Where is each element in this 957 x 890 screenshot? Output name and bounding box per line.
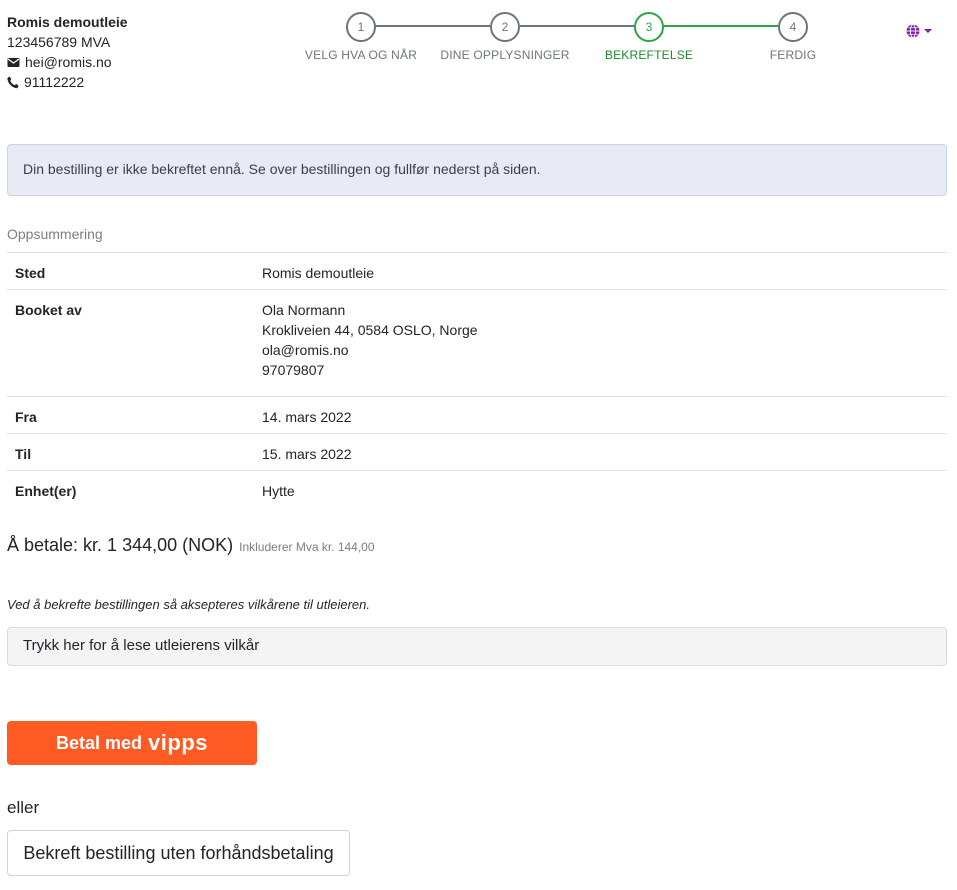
total-amount: Å betale: kr. 1 344,00 (NOK): [7, 535, 234, 555]
value-line: Ola Normann: [262, 302, 346, 318]
alert-text: Din bestilling er ikke bekreftet ennå. S…: [23, 161, 541, 177]
vat-note: Inkluderer Mva kr. 144,00: [239, 540, 375, 554]
step-connector-2: [520, 25, 634, 27]
confirm-without-prepayment-button[interactable]: Bekreft bestilling uten forhåndsbetaling: [7, 830, 350, 876]
or-separator: eller: [7, 798, 40, 817]
company-phone[interactable]: 91112222: [24, 72, 84, 92]
row-value: 14. mars 2022: [254, 396, 947, 434]
progress-stepper: 1 2 3 4 VELG HVA OG NÅR DINE OPPLYSNINGE…: [0, 0, 957, 70]
table-row: Booket av Ola Normann Krokliveien 44, 05…: [7, 289, 947, 397]
summary-table: Sted Romis demoutleie Booket av Ola Norm…: [7, 252, 947, 508]
row-label: Til: [7, 433, 254, 471]
row-value: Ola Normann Krokliveien 44, 0584 OSLO, N…: [254, 289, 947, 397]
value-line: Romis demoutleie: [262, 265, 375, 281]
row-label: Enhet(er): [7, 470, 254, 508]
value-line: ola@romis.no: [262, 342, 349, 358]
row-label: Sted: [7, 252, 254, 290]
table-row: Sted Romis demoutleie: [7, 252, 947, 290]
info-alert: Din bestilling er ikke bekreftet ennå. S…: [7, 144, 947, 196]
phone-icon: [7, 76, 19, 88]
step-2-circle: 2: [490, 12, 520, 42]
payment-total: Å betale: kr. 1 344,00 (NOK) Inkluderer …: [7, 535, 375, 556]
terms-notice: Ved å bekrefte bestillingen så akseptere…: [7, 597, 371, 612]
globe-icon: [906, 24, 920, 38]
terms-link-label: Trykk her for å lese utleierens vilkår: [23, 637, 260, 654]
row-value: 15. mars 2022: [254, 433, 947, 471]
caret-down-icon: [924, 29, 932, 33]
row-value: Romis demoutleie: [254, 252, 947, 290]
step-4-label: FERDIG: [769, 48, 817, 62]
step-3-circle: 3: [634, 12, 664, 42]
row-label: Booket av: [7, 289, 254, 397]
table-row: Til 15. mars 2022: [7, 433, 947, 471]
row-label: Fra: [7, 396, 254, 434]
pay-with-vipps-button[interactable]: Betal med vipps: [7, 721, 257, 765]
value-line: Hytte: [262, 483, 295, 499]
confirm-button-label: Bekreft bestilling uten forhåndsbetaling: [23, 842, 334, 863]
step-1-circle: 1: [346, 12, 376, 42]
value-line: 97079807: [262, 362, 325, 378]
row-value: Hytte: [254, 470, 947, 508]
table-row: Fra 14. mars 2022: [7, 396, 947, 434]
value-line: Krokliveien 44, 0584 OSLO, Norge: [262, 322, 478, 338]
terms-link[interactable]: Trykk her for å lese utleierens vilkår: [7, 627, 947, 666]
company-phone-row: 91112222: [7, 72, 128, 92]
step-connector-1: [375, 25, 490, 27]
vipps-logo: vipps: [148, 730, 208, 755]
table-row: Enhet(er) Hytte: [7, 470, 947, 508]
value-line: 14. mars 2022: [262, 409, 352, 425]
language-dropdown[interactable]: [906, 24, 933, 38]
vipps-button-label: Betal med: [56, 732, 143, 753]
value-line: 15. mars 2022: [262, 446, 352, 462]
summary-title: Oppsummering: [7, 226, 103, 242]
step-connector-3: [664, 25, 778, 27]
step-4-circle: 4: [778, 12, 808, 42]
